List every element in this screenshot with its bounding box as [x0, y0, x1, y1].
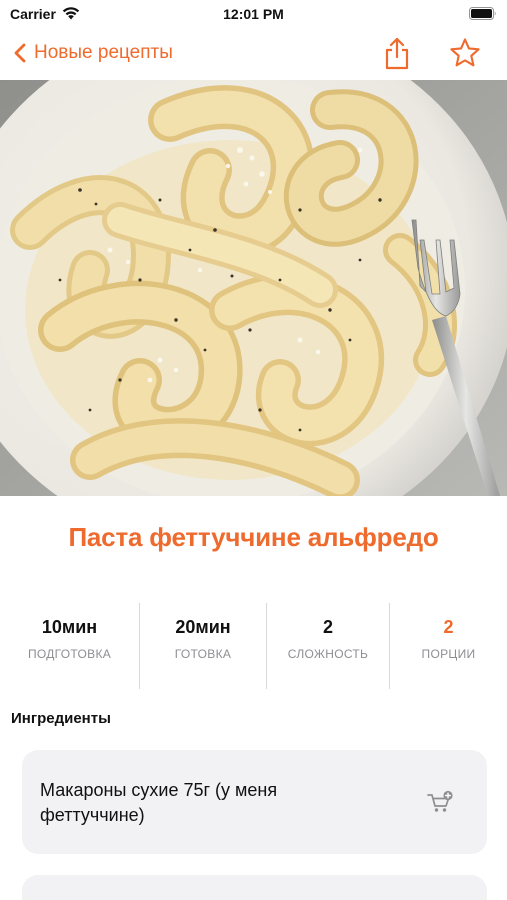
status-time: 12:01 PM — [223, 6, 284, 22]
ingredient-text: Макароны сухие 75г (у меня феттуччине) — [40, 780, 278, 825]
stat-label: ПОРЦИИ — [421, 647, 476, 661]
cart-add-icon[interactable] — [426, 790, 454, 814]
star-icon[interactable] — [448, 37, 482, 69]
navigation-bar: Новые рецепты — [0, 28, 507, 78]
stat-difficulty: 2 СЛОЖНОСТЬ — [267, 603, 389, 689]
stat-cook-time: 20мин ГОТОВКА — [140, 603, 266, 689]
ingredient-item[interactable] — [22, 875, 487, 900]
stat-value: 20мин — [175, 617, 231, 637]
recipe-title: Паста феттуччине альфредо — [68, 522, 439, 552]
stat-value: 2 — [322, 617, 333, 637]
ingredients-title: Ингредиенты — [11, 710, 111, 727]
stat-value: 10мин — [41, 617, 98, 637]
back-button[interactable]: Новые рецепты — [12, 38, 173, 68]
chevron-left-icon — [14, 43, 26, 63]
status-bar: Carrier 12:01 PM — [0, 0, 507, 28]
stat-label: ПОДГОТОВКА — [27, 647, 112, 661]
stat-servings[interactable]: 2 ПОРЦИИ — [390, 603, 507, 689]
ingredient-item[interactable]: Макароны сухие 75г (у меня феттуччине) — [22, 750, 487, 854]
stat-label: ГОТОВКА — [174, 647, 232, 661]
stat-label: СЛОЖНОСТЬ — [287, 647, 369, 661]
stat-value: 2 — [443, 617, 454, 637]
recipe-photo — [0, 80, 507, 496]
battery-icon — [469, 7, 496, 20]
stat-prep-time: 10мин ПОДГОТОВКА — [0, 603, 139, 689]
back-label: Новые рецепты — [34, 42, 173, 63]
recipe-stats: 10мин ПОДГОТОВКА 20мин ГОТОВКА 2 СЛОЖНОС… — [0, 603, 507, 689]
pasta-illustration — [0, 80, 507, 496]
share-icon[interactable] — [381, 36, 413, 70]
